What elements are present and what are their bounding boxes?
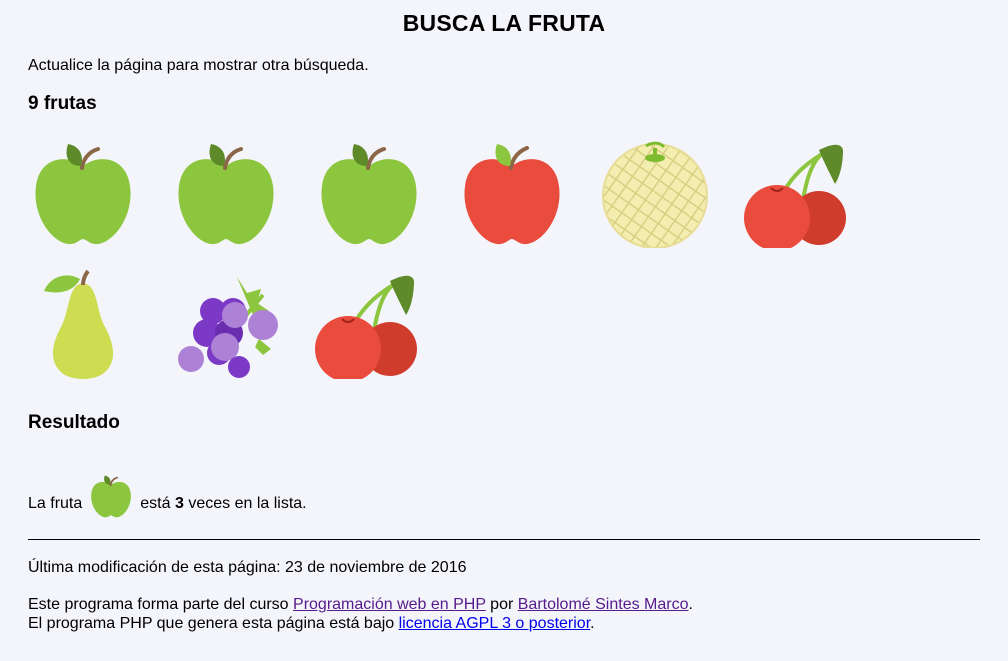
grapes-icon [171, 269, 281, 379]
result-count: 3 [174, 495, 184, 513]
target-fruit [88, 473, 134, 519]
fruit-item [743, 138, 853, 248]
cherries-icon [314, 269, 424, 379]
last-modified: Última modificación de esta página: 23 d… [28, 559, 467, 576]
fruit-item [600, 138, 710, 248]
melon-icon [600, 138, 710, 248]
course-link[interactable]: Programación web en PHP [293, 596, 486, 613]
footer-divider [28, 539, 980, 540]
fruit-item [171, 269, 281, 379]
intro-text: Actualice la página para mostrar otra bú… [28, 57, 369, 74]
cherries-icon [743, 138, 853, 248]
credits-by: por [490, 596, 514, 613]
pear-icon [28, 269, 138, 379]
fruit-item [28, 269, 138, 379]
fruit-item [457, 138, 567, 248]
footer-credits: Este programa forma parte del curso Prog… [28, 595, 693, 633]
fruit-item [314, 269, 424, 379]
fruit-item [171, 138, 281, 248]
license-link[interactable]: licencia AGPL 3 o posterior [399, 615, 591, 632]
fruit-count-heading: 9 frutas [28, 93, 97, 114]
result-heading: Resultado [28, 412, 120, 433]
page-title: BUSCA LA FRUTA [402, 10, 606, 36]
red-apple-icon [457, 138, 567, 248]
result-sentence: La fruta está 3 veces en la lista. [28, 481, 307, 527]
fruit-item [28, 138, 138, 248]
result-middle: está [140, 495, 171, 513]
green-apple-icon [88, 473, 134, 519]
credits-end: . [688, 596, 693, 613]
fruit-item [314, 138, 424, 248]
green-apple-icon [314, 138, 424, 248]
green-apple-icon [28, 138, 138, 248]
license-prefix: El programa PHP que genera esta página e… [28, 615, 395, 632]
credits-prefix: Este programa forma parte del curso [28, 596, 289, 613]
green-apple-icon [171, 138, 281, 248]
result-prefix: La fruta [28, 495, 83, 513]
result-suffix: veces en la lista. [188, 495, 307, 513]
license-end: . [590, 615, 595, 632]
author-link[interactable]: Bartolomé Sintes Marco [518, 596, 689, 613]
